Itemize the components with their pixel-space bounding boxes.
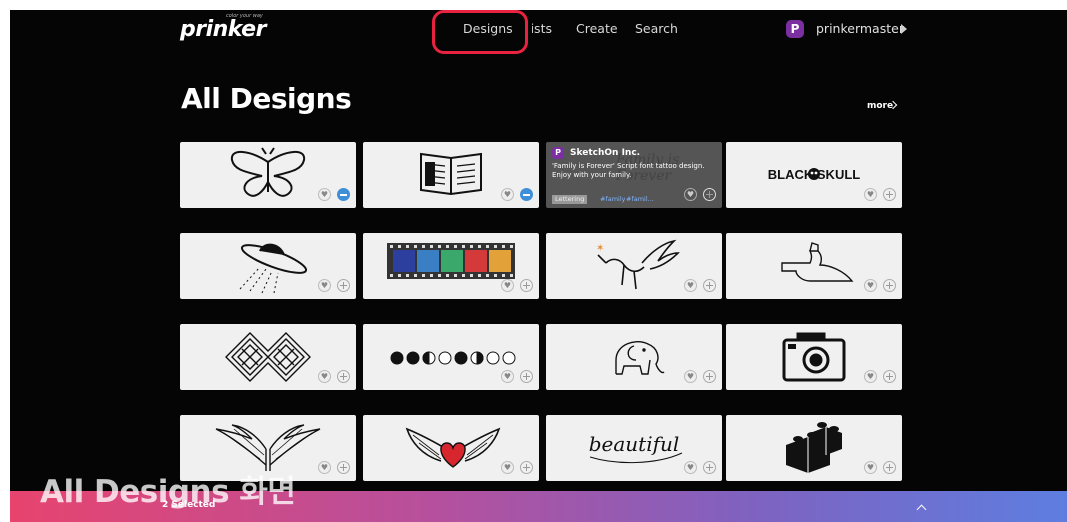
like-button[interactable]: ♥ [864,279,877,292]
logo-tagline: color your way [226,13,263,19]
design-card-hand-gun[interactable]: ♥ [726,233,902,299]
add-button[interactable] [883,279,896,292]
like-button[interactable]: ♥ [501,279,514,292]
page-title: All Designs [181,82,352,115]
like-button[interactable]: ♥ [318,370,331,383]
design-card-winged-heart[interactable]: ♥ [363,415,539,481]
user-avatar[interactable]: P [786,20,804,38]
like-button[interactable]: ♥ [684,370,697,383]
svg-text:✶: ✶ [596,243,604,254]
design-card-camera[interactable]: ♥ [726,324,902,390]
add-button[interactable] [703,279,716,292]
design-card-ufo[interactable]: ♥ [180,233,356,299]
add-button[interactable] [883,370,896,383]
add-button[interactable] [703,461,716,474]
design-card-color-film[interactable]: ♥ [363,233,539,299]
add-button[interactable] [520,279,533,292]
add-button[interactable] [337,279,350,292]
add-button[interactable] [703,188,716,201]
design-card-celtic-knot[interactable]: ♥ [180,324,356,390]
add-button[interactable] [883,188,896,201]
like-button[interactable]: ♥ [864,370,877,383]
add-button[interactable] [883,461,896,474]
add-button[interactable] [520,461,533,474]
tag-famil[interactable]: #famil... [626,195,654,204]
like-button[interactable]: ♥ [864,188,877,201]
design-card-family-is-forever[interactable]: Family is Forever P SketchOn Inc. 'Famil… [546,142,722,208]
remove-button[interactable] [337,188,350,201]
like-button[interactable]: ♥ [501,461,514,474]
design-card-moon-phases[interactable]: ♥ [363,324,539,390]
design-card-open-book[interactable]: ♥ [363,142,539,208]
design-card-beautiful[interactable]: beautiful ♥ [546,415,722,481]
overlay-caption: All Designs 화면 [40,474,296,510]
design-card-butterfly[interactable]: ♥ [180,142,356,208]
author-name[interactable]: SketchOn Inc. [570,148,640,158]
design-card-blocks[interactable]: ♥ [726,415,902,481]
add-button[interactable] [703,370,716,383]
remove-button[interactable] [520,188,533,201]
nav-lists-link[interactable]: Lists [532,21,552,36]
like-button[interactable]: ♥ [501,370,514,383]
category-badge[interactable]: Lettering [552,195,588,204]
like-button[interactable]: ♥ [318,279,331,292]
user-menu-caret-icon[interactable] [901,24,907,34]
chevron-up-icon[interactable] [916,504,927,515]
app-frame: prinker color your way Designs Lists Cre… [10,10,1067,522]
author-avatar[interactable]: P [552,147,564,159]
like-button[interactable]: ♥ [501,188,514,201]
add-button[interactable] [337,370,350,383]
nav-create-link[interactable]: Create [576,21,618,36]
design-description: 'Family is Forever' Script font tattoo d… [552,162,705,179]
like-button[interactable]: ♥ [864,461,877,474]
tag-family[interactable]: #family [600,195,626,204]
design-card-black-skull[interactable]: BLACK SKULL ♥ [726,142,902,208]
like-button[interactable]: ♥ [684,188,697,201]
prinker-logo[interactable]: prinker [180,17,266,42]
user-name[interactable]: prinkermaster [816,21,904,36]
add-button[interactable] [520,370,533,383]
like-button[interactable]: ♥ [684,461,697,474]
like-button[interactable]: ♥ [318,461,331,474]
beautiful-lettering-text: beautiful [589,432,680,456]
add-button[interactable] [337,461,350,474]
design-card-elephant[interactable]: ♥ [546,324,722,390]
like-button[interactable]: ♥ [318,188,331,201]
like-button[interactable]: ♥ [684,279,697,292]
designs-highlight-annotation [432,10,528,54]
nav-search-link[interactable]: Search [635,21,678,36]
design-card-unicorn[interactable]: ✶ ♥ [546,233,722,299]
